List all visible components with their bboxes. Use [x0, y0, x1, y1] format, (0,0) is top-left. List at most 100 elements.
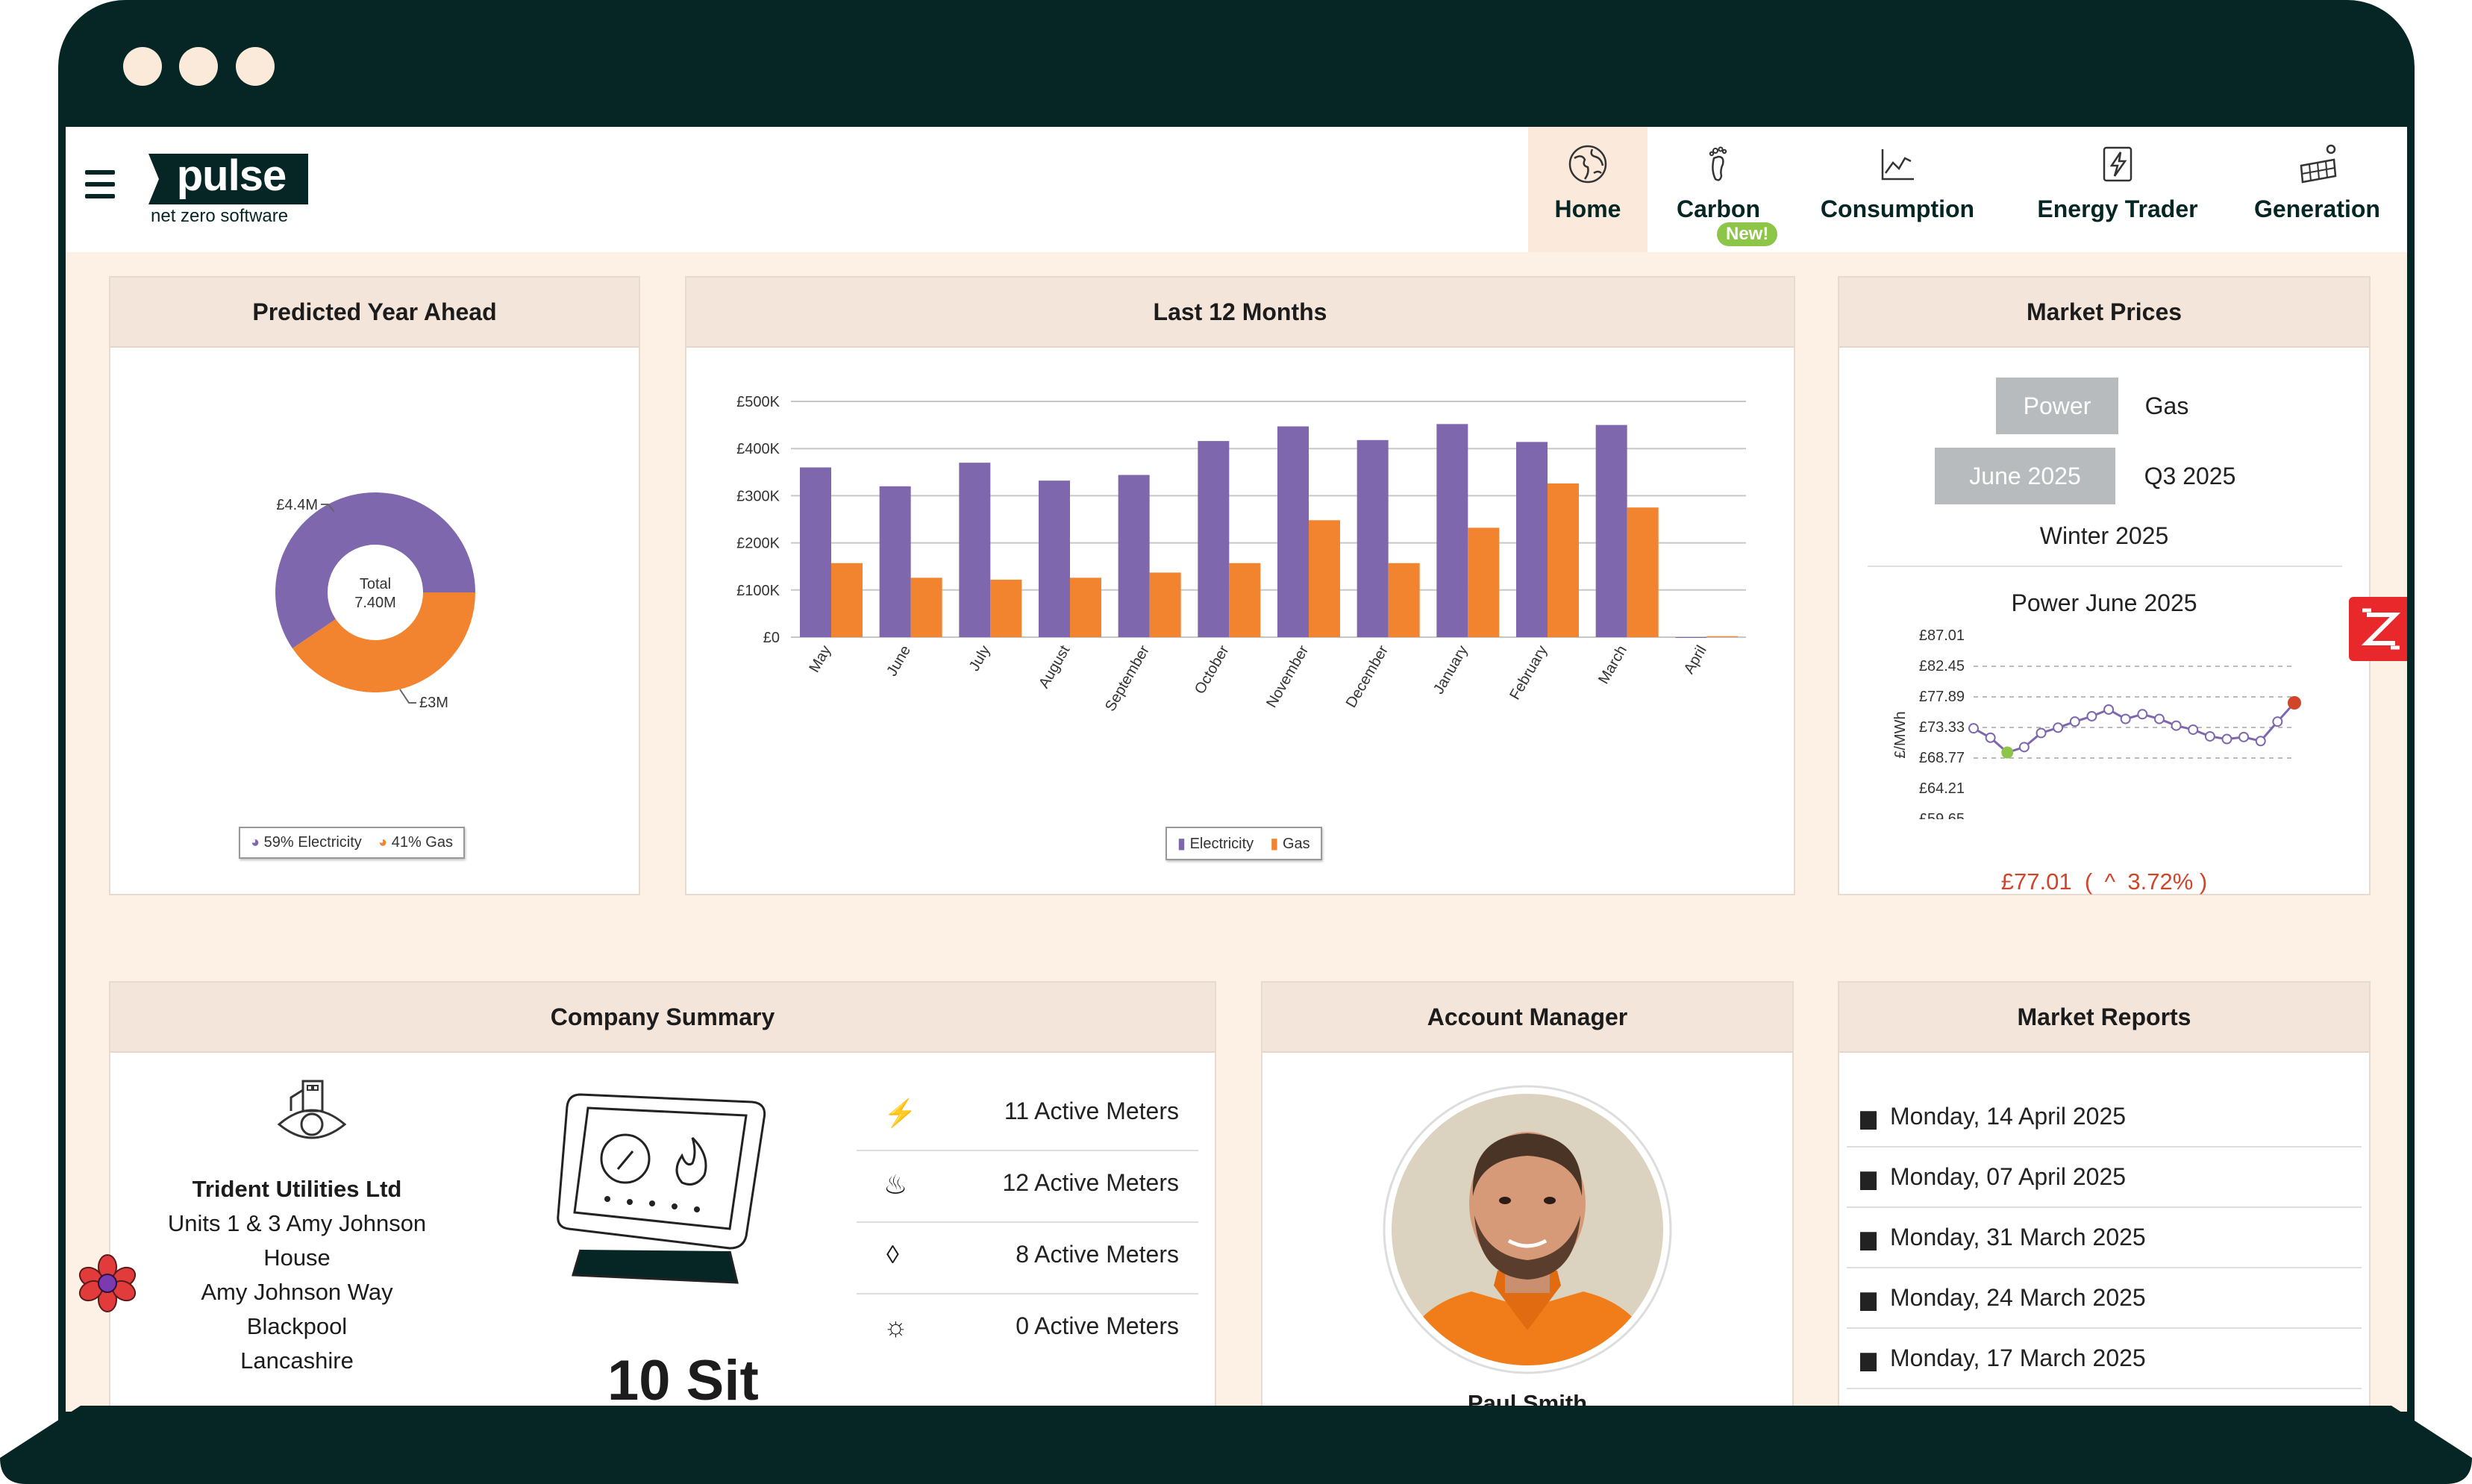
report-link[interactable]: ▆ Monday, 31 March 2025	[1847, 1208, 2362, 1268]
bar-electricity[interactable]	[1675, 637, 1707, 638]
bar-electricity[interactable]	[1198, 441, 1230, 637]
bar-gas[interactable]	[1468, 527, 1500, 637]
legend-gas[interactable]: Gas	[1283, 836, 1310, 852]
price-point[interactable]	[2188, 724, 2199, 735]
bar-electricity[interactable]	[800, 467, 831, 637]
price-point[interactable]	[2120, 713, 2131, 724]
bar-electricity[interactable]	[1039, 480, 1070, 637]
price-point[interactable]	[2238, 731, 2250, 742]
smart-meter-illustration	[557, 1093, 766, 1284]
commodity-gas-toggle[interactable]: Gas	[2126, 378, 2208, 434]
price-summary: £77.01 ( ^ 3.72% )	[2000, 868, 2208, 895]
commodity-power-toggle[interactable]: Power	[1996, 378, 2118, 434]
bar-gas[interactable]	[1627, 507, 1659, 637]
logo-tagline: net zero software	[151, 206, 289, 226]
price-point[interactable]	[2001, 746, 2014, 759]
bar-gas[interactable]	[1706, 636, 1739, 637]
legend-electricity[interactable]: Electricity	[1190, 836, 1254, 852]
predicted-year-title: Predicted Year Ahead	[110, 278, 639, 348]
bar-gas[interactable]	[831, 563, 863, 637]
legend-gas[interactable]: 41% Gas	[392, 834, 453, 851]
price-point[interactable]	[2069, 716, 2080, 727]
price-point[interactable]	[2053, 722, 2064, 733]
x-tick-label: October	[1192, 642, 1233, 697]
bar-gas[interactable]	[1229, 563, 1261, 637]
bar-gas[interactable]	[1309, 520, 1340, 637]
pdf-icon: ▆	[1860, 1166, 1877, 1189]
meter-row[interactable]: ♨ 12 Active Meters	[857, 1151, 1198, 1223]
x-tick-label: July	[966, 643, 994, 674]
price-point[interactable]	[2288, 696, 2301, 710]
period-q3-toggle[interactable]: Q3 2025	[2123, 448, 2257, 504]
period-june-toggle[interactable]: June 2025	[1935, 448, 2115, 504]
meter-count: 0 Active Meters	[1016, 1312, 1179, 1339]
report-list: ▆ Monday, 14 April 2025 ▆ Monday, 07 April…	[1847, 1087, 2362, 1389]
price-point[interactable]	[1985, 732, 1996, 743]
address-line: Amy Johnson Way	[201, 1279, 393, 1305]
zoho-widget-button[interactable]	[2349, 597, 2407, 661]
report-link[interactable]: ▆ Monday, 07 April 2025	[1847, 1148, 2362, 1208]
pdf-icon: ▆	[1860, 1287, 1877, 1310]
meter-row[interactable]: ⚡ 11 Active Meters	[857, 1080, 1198, 1151]
price-point[interactable]	[2171, 720, 2182, 731]
footprint-icon	[1709, 146, 1727, 181]
bar-electricity[interactable]	[1277, 426, 1309, 637]
meter-row[interactable]: ☼ 0 Active Meters	[857, 1294, 1198, 1365]
price-point[interactable]	[1968, 723, 1979, 734]
price-point[interactable]	[2018, 742, 2030, 753]
price-point[interactable]	[2221, 733, 2232, 745]
price-point[interactable]	[2204, 730, 2215, 742]
avatar[interactable]	[1382, 1084, 1673, 1375]
price-point[interactable]	[2272, 716, 2283, 727]
building-eye-icon	[277, 1080, 347, 1139]
price-point[interactable]	[2036, 727, 2047, 739]
bar-gas[interactable]	[990, 579, 1022, 637]
nav-carbon[interactable]: Carbon New!	[1666, 127, 1778, 252]
report-date: Monday, 24 March 2025	[1890, 1284, 2146, 1311]
report-link[interactable]: ▆ Monday, 24 March 2025	[1847, 1268, 2362, 1329]
window-dot-maximize[interactable]	[236, 47, 275, 86]
bar-gas[interactable]	[1548, 483, 1579, 637]
flower-icon[interactable]	[78, 1253, 137, 1313]
nav-home[interactable]: Home	[1528, 127, 1648, 252]
nav-generation[interactable]: Generation	[2241, 127, 2394, 252]
price-point[interactable]	[2137, 709, 2148, 720]
bar-gas[interactable]	[910, 577, 942, 637]
x-tick-label: September	[1102, 642, 1153, 714]
menu-icon[interactable]	[85, 170, 115, 200]
report-link[interactable]: ▆ Monday, 14 April 2025	[1847, 1087, 2362, 1148]
window-dot-minimize[interactable]	[179, 47, 218, 86]
logo[interactable]: pulse	[148, 151, 308, 201]
meter-row[interactable]: ◊ 8 Active Meters	[857, 1223, 1198, 1294]
nav-consumption[interactable]: Consumption	[1804, 127, 1991, 252]
price-point[interactable]	[2086, 710, 2097, 721]
price-change: 3.72%	[2127, 868, 2194, 895]
legend-electricity[interactable]: 59% Electricity	[264, 834, 362, 851]
period-winter-toggle[interactable]: Winter 2025	[1988, 507, 2220, 564]
bar-gas[interactable]	[1070, 577, 1101, 637]
bar-gas[interactable]	[1388, 563, 1420, 637]
bar-electricity[interactable]	[1436, 424, 1468, 637]
nav-home-label: Home	[1554, 195, 1621, 222]
sites-count: 10 Sit	[607, 1349, 759, 1412]
bar-electricity[interactable]	[1595, 425, 1627, 637]
globe-icon	[1568, 145, 1607, 184]
bar-electricity[interactable]	[1118, 475, 1150, 637]
laptop-base	[0, 1406, 2472, 1484]
price-point[interactable]	[2255, 736, 2266, 747]
report-date: Monday, 14 April 2025	[1890, 1103, 2127, 1130]
price-line-chart: £87.01 £82.45 £77.89 £73.33 £68.77 £64.21 £59.…	[1892, 627, 2301, 819]
price-point[interactable]	[2153, 713, 2165, 724]
nav-energy-trader-label: Energy Trader	[2037, 195, 2198, 222]
bar-gas[interactable]	[1149, 572, 1181, 637]
nav-energy-trader[interactable]: Energy Trader	[2017, 127, 2218, 252]
bar-electricity[interactable]	[1516, 442, 1548, 637]
bar-electricity[interactable]	[1357, 439, 1389, 637]
report-link[interactable]: ▆ Monday, 17 March 2025	[1847, 1329, 2362, 1389]
price-point[interactable]	[2103, 704, 2115, 715]
bar-electricity[interactable]	[879, 486, 911, 637]
window-dot-close[interactable]	[123, 47, 162, 86]
bar-electricity[interactable]	[959, 463, 991, 637]
meter-count: 8 Active Meters	[1016, 1241, 1179, 1268]
address-line: Units 1 & 3 Amy Johnson	[167, 1210, 427, 1236]
